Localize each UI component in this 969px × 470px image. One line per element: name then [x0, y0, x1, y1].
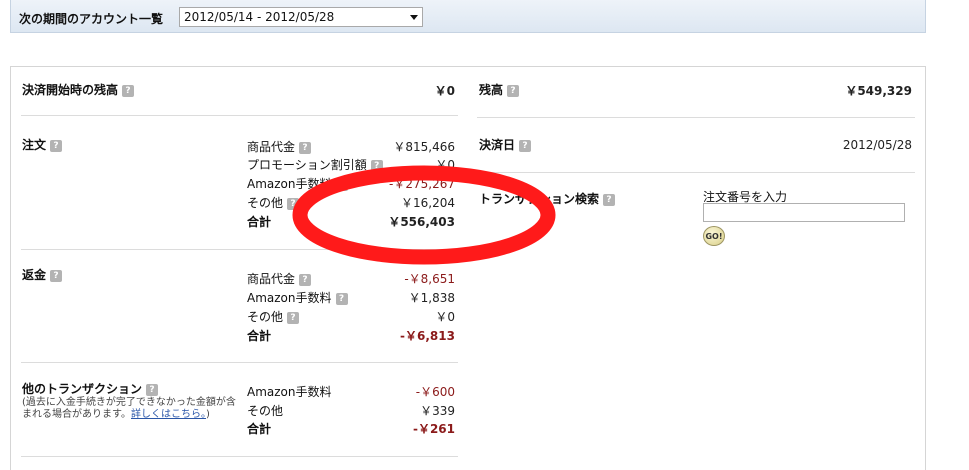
other-tx-row-value: -￥600: [415, 385, 455, 399]
other-tx-title: 他のトランザクション?: [22, 380, 159, 397]
other-tx-total-value: -￥261: [412, 422, 455, 436]
refunds-row-value: ￥1,838: [408, 291, 455, 305]
start-balance-value: ￥0: [434, 84, 455, 98]
period-select-value: 2012/05/14 - 2012/05/28: [184, 10, 335, 24]
help-icon[interactable]: ?: [287, 312, 300, 324]
orders-total-label: 合計: [247, 215, 272, 229]
orders-row-value: -￥275,267: [389, 177, 455, 191]
tx-search-title: トランザクション検索?: [479, 190, 616, 207]
orders-row-label: その他?: [247, 194, 300, 211]
divider: [21, 362, 458, 363]
help-icon[interactable]: ?: [507, 85, 520, 97]
account-summary-panel: 決済開始時の残高? ￥0 注文? 商品代金? ￥815,466 プロモーション割…: [10, 66, 926, 470]
details-link[interactable]: 詳しくはこちら。: [131, 409, 206, 420]
help-icon[interactable]: ?: [50, 140, 63, 152]
start-balance-title: 決済開始時の残高?: [22, 81, 135, 98]
refunds-row-label: その他?: [247, 308, 300, 325]
go-button[interactable]: GO!: [703, 226, 725, 246]
settlement-date-value: 2012/05/28: [842, 138, 912, 152]
orders-row-label: Amazon手数料?: [247, 175, 348, 192]
other-tx-total-label: 合計: [247, 422, 272, 436]
orders-total-value: ￥556,403: [388, 215, 455, 229]
orders-row-value: ￥16,204: [401, 196, 455, 210]
orders-title: 注文?: [22, 136, 63, 153]
settlement-date-title: 決済日?: [479, 136, 532, 153]
help-icon[interactable]: ?: [146, 384, 159, 396]
divider: [477, 172, 915, 173]
help-icon[interactable]: ?: [50, 270, 63, 282]
other-tx-row-label: その他: [247, 404, 284, 418]
help-icon[interactable]: ?: [122, 85, 135, 97]
other-tx-row-label: Amazon手数料: [247, 385, 332, 399]
divider: [477, 117, 915, 118]
refunds-row-value: ￥0: [435, 310, 455, 324]
refunds-total-value: -￥6,813: [400, 329, 455, 343]
refunds-row-value: -￥8,651: [404, 272, 455, 286]
refunds-row-label: 商品代金?: [247, 270, 312, 287]
refunds-row-label: Amazon手数料?: [247, 289, 348, 306]
orders-row-value: ￥0: [435, 158, 455, 172]
orders-row-value: ￥815,466: [393, 140, 455, 154]
order-number-input[interactable]: [703, 203, 905, 222]
divider: [21, 456, 458, 457]
chevron-down-icon[interactable]: [410, 15, 418, 20]
divider: [21, 115, 458, 116]
help-icon[interactable]: ?: [287, 198, 300, 210]
refunds-title: 返金?: [22, 266, 63, 283]
balance-value: ￥549,329: [845, 84, 912, 98]
period-bar: 次の期間のアカウント一覧 2012/05/14 - 2012/05/28: [10, 0, 926, 33]
period-select[interactable]: 2012/05/14 - 2012/05/28: [179, 7, 423, 27]
other-tx-note: (過去に入金手続きが完了できなかった金額が含まれる場合があります。詳しくはこちら…: [22, 397, 236, 420]
help-icon[interactable]: ?: [299, 274, 312, 286]
period-label: 次の期間のアカウント一覧: [19, 12, 164, 26]
help-icon[interactable]: ?: [299, 142, 312, 154]
help-icon[interactable]: ?: [603, 194, 616, 206]
divider: [21, 249, 458, 250]
orders-row-label: 商品代金?: [247, 138, 312, 155]
refunds-total-label: 合計: [247, 329, 272, 343]
other-tx-row-value: ￥339: [420, 404, 455, 418]
help-icon[interactable]: ?: [519, 140, 532, 152]
balance-title: 残高?: [479, 81, 520, 98]
